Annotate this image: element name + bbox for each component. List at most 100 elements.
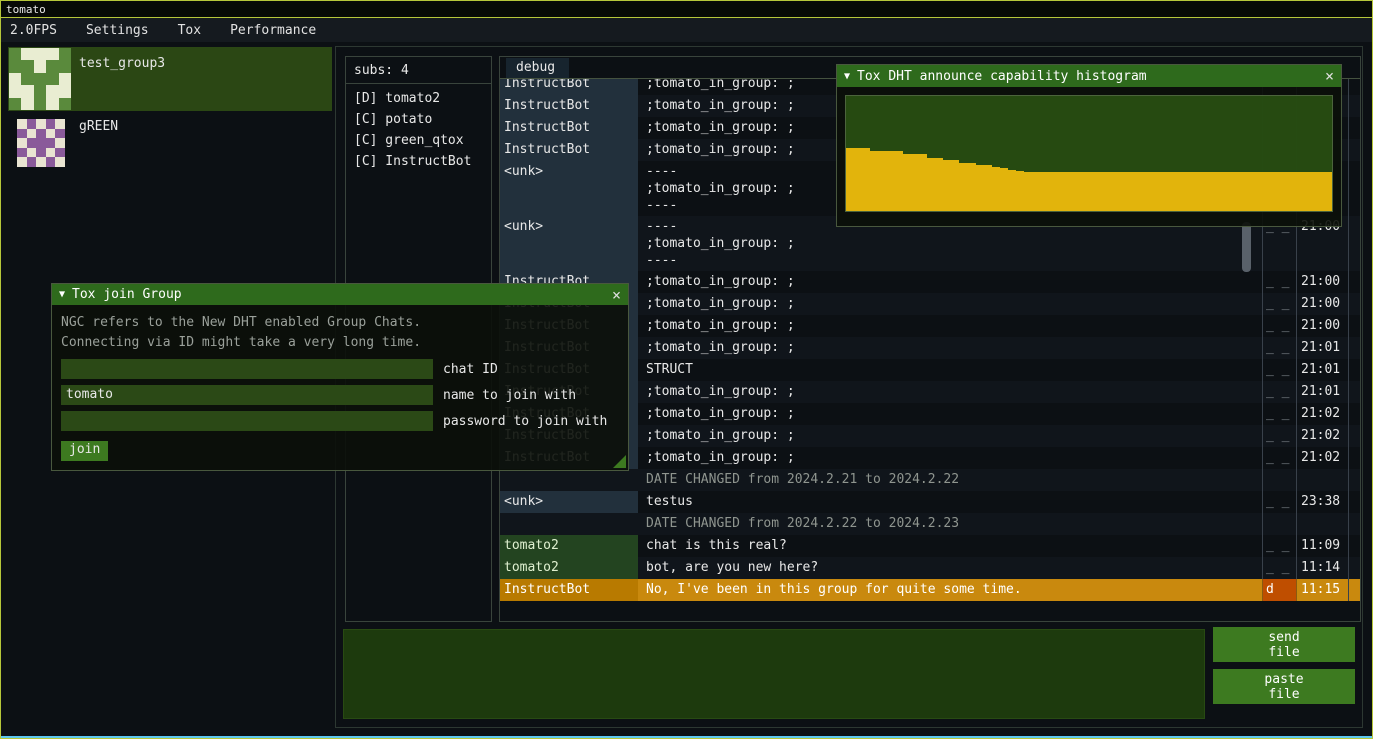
row-gutter (1348, 161, 1360, 216)
message-row[interactable]: InstructBot;tomato_in_group: ;_ _21:02 (500, 425, 1360, 447)
histogram-window-titlebar[interactable]: ▼ Tox DHT announce capability histogram … (837, 65, 1341, 87)
histogram-bar (1259, 172, 1267, 211)
row-gutter (1348, 447, 1360, 469)
message-time: 11:09 (1296, 535, 1348, 557)
histogram-bar (903, 154, 911, 212)
system-row[interactable]: DATE CHANGED from 2024.2.22 to 2024.2.23 (500, 513, 1360, 535)
message-time: 21:01 (1296, 359, 1348, 381)
field-label: password to join with (443, 414, 607, 429)
histogram-bar (1170, 172, 1178, 211)
message-row[interactable]: InstructBot;tomato_in_group: ;_ _21:00 (500, 315, 1360, 337)
close-icon[interactable]: × (1325, 67, 1334, 85)
row-gutter (1348, 381, 1360, 403)
member-item[interactable]: [C] green_qtox (346, 130, 491, 151)
histogram-bar (1210, 172, 1218, 211)
message-time: 21:00 (1296, 271, 1348, 293)
member-list: [D] tomato2[C] potato[C] green_qtox[C] I… (346, 88, 491, 172)
group-item-test_group3[interactable]: test_group3 (8, 47, 332, 111)
join-input-name-to-join-with[interactable]: tomato (61, 385, 433, 405)
member-item[interactable]: [C] potato (346, 109, 491, 130)
send-file-button[interactable]: send file (1213, 627, 1355, 662)
histogram-bar (1226, 172, 1234, 211)
message-row[interactable]: InstructBot;tomato_in_group: ;_ _21:00 (500, 293, 1360, 315)
message-row[interactable]: InstructBotSTRUCT_ _21:01 (500, 359, 1360, 381)
message-input[interactable] (343, 629, 1205, 719)
message-sender: <unk> (500, 216, 638, 271)
system-row[interactable]: DATE CHANGED from 2024.2.21 to 2024.2.22 (500, 469, 1360, 491)
message-text: DATE CHANGED from 2024.2.21 to 2024.2.22 (642, 469, 1262, 491)
join-input-chat-ID[interactable] (61, 359, 433, 379)
row-gutter (1348, 535, 1360, 557)
histogram-bar (1154, 172, 1162, 211)
join-input-password-to-join-with[interactable] (61, 411, 433, 431)
group-item-gREEN[interactable]: gREEN (8, 115, 332, 171)
histogram-bar (1162, 172, 1170, 211)
row-gutter (1348, 513, 1360, 535)
join-fields: chat ID tomatoname to join with password t… (61, 359, 619, 431)
message-time (1296, 469, 1348, 491)
message-row[interactable]: InstructBot;tomato_in_group: ;_ _21:01 (500, 381, 1360, 403)
histogram-bar (943, 160, 951, 211)
message-text: ;tomato_in_group: ; (642, 293, 1262, 315)
message-text: DATE CHANGED from 2024.2.22 to 2024.2.23 (642, 513, 1262, 535)
message-row[interactable]: InstructBot;tomato_in_group: ;_ _21:02 (500, 447, 1360, 469)
menu-item-performance[interactable]: Performance (230, 23, 316, 38)
collapse-arrow-icon[interactable]: ▼ (844, 71, 850, 82)
field-row: chat ID (61, 359, 619, 379)
histogram-bar (1121, 172, 1129, 211)
join-window-titlebar[interactable]: ▼ Tox join Group × (52, 284, 628, 305)
message-sender: InstructBot (500, 139, 638, 161)
field-row: tomatoname to join with (61, 385, 619, 405)
join-button[interactable]: join (61, 441, 108, 461)
message-status: _ _ (1262, 337, 1296, 359)
message-text: ;tomato_in_group: ; (642, 381, 1262, 403)
message-sender: <unk> (500, 161, 638, 216)
message-text: ;tomato_in_group: ; (642, 337, 1262, 359)
histogram-bar (1097, 172, 1105, 211)
member-item[interactable]: [D] tomato2 (346, 88, 491, 109)
message-row[interactable]: tomato2bot, are you new here?_ _11:14 (500, 557, 1360, 579)
field-label: chat ID (443, 362, 498, 377)
message-text: bot, are you new here? (642, 557, 1262, 579)
member-item[interactable]: [C] InstructBot (346, 151, 491, 172)
histogram-bar (1291, 172, 1299, 211)
row-gutter (1348, 139, 1360, 161)
message-text: ;tomato_in_group: ; (642, 271, 1262, 293)
row-gutter (1348, 79, 1360, 95)
group-list: test_group3gREEN (8, 47, 332, 175)
histogram-bar (1275, 172, 1283, 211)
histogram-bar (911, 154, 919, 212)
histogram-bar (927, 158, 935, 211)
os-titlebar: tomato (1, 1, 1372, 18)
menubar: 2.0FPS SettingsToxPerformance (1, 18, 1372, 42)
message-time: 21:02 (1296, 447, 1348, 469)
histogram-bar (1024, 172, 1032, 211)
message-status: _ _ (1262, 293, 1296, 315)
paste-file-button[interactable]: paste file (1213, 669, 1355, 704)
resize-grip-icon[interactable] (613, 455, 626, 468)
row-gutter (1348, 95, 1360, 117)
chat-scrollbar[interactable] (1242, 222, 1251, 272)
message-row[interactable]: InstructBot;tomato_in_group: ;_ _21:01 (500, 337, 1360, 359)
row-gutter (1348, 579, 1360, 601)
histogram-bar (1299, 172, 1307, 211)
message-row[interactable]: InstructBot;tomato_in_group: ;_ _21:02 (500, 403, 1360, 425)
close-icon[interactable]: × (612, 286, 621, 304)
message-time: 11:15 (1296, 579, 1348, 601)
tab-debug[interactable]: debug (506, 58, 569, 78)
histogram-bar (1202, 172, 1210, 211)
message-row[interactable]: InstructBotNo, I've been in this group f… (500, 579, 1360, 601)
message-row[interactable]: tomato2chat is this real?_ _11:09 (500, 535, 1360, 557)
message-status: d (1262, 579, 1296, 601)
histogram-bar (1008, 170, 1016, 211)
histogram-bar (1145, 172, 1153, 211)
menu-item-settings[interactable]: Settings (86, 23, 149, 38)
message-row[interactable]: <unk>testus_ _23:38 (500, 491, 1360, 513)
message-row[interactable]: InstructBot;tomato_in_group: ;_ _21:00 (500, 271, 1360, 293)
menu-item-tox[interactable]: Tox (178, 23, 201, 38)
collapse-arrow-icon[interactable]: ▼ (59, 289, 65, 300)
message-text: STRUCT (642, 359, 1262, 381)
message-sender: InstructBot (500, 579, 638, 601)
histogram-bar (886, 151, 894, 211)
row-gutter (1348, 117, 1360, 139)
